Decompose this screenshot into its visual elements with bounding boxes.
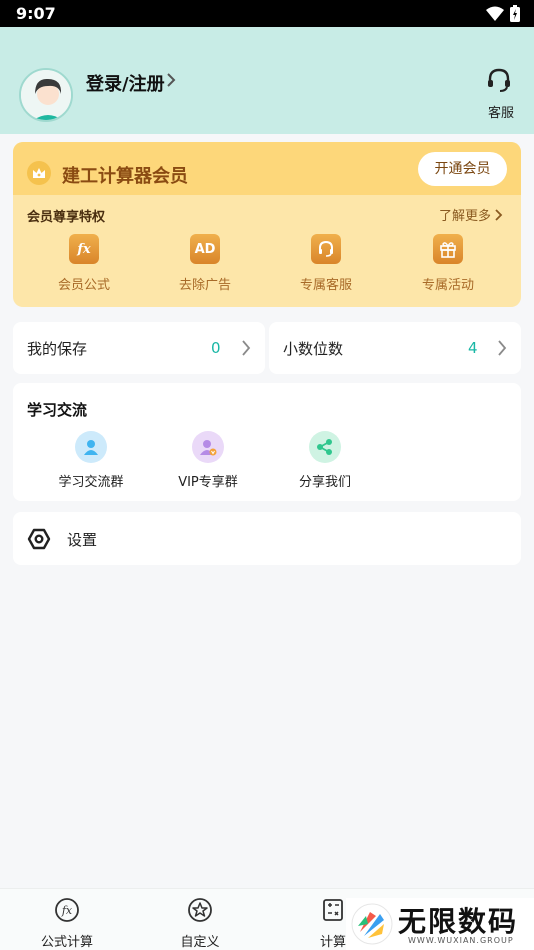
gift-icon: [433, 234, 463, 264]
chevron-right-icon: [167, 73, 176, 87]
vip-group-icon: [192, 431, 224, 463]
tab-formula-calc[interactable]: fx 公式计算: [27, 897, 107, 950]
calculator-icon: [323, 899, 343, 921]
vip-title: 建工计算器会员: [62, 166, 188, 187]
share-us-label: 分享我们: [298, 475, 351, 490]
vip-group-label: VIP专享群: [178, 475, 238, 490]
vip-group-button[interactable]: VIP专享群: [153, 431, 263, 490]
tab-label: 自定义: [180, 935, 220, 950]
battery-icon: [510, 5, 520, 22]
user-avatar-icon: [21, 70, 71, 120]
study-group-button[interactable]: 学习交流群: [36, 431, 146, 490]
perk-vip-formula[interactable]: fx 会员公式: [34, 234, 134, 293]
customer-service-button[interactable]: [484, 67, 514, 97]
watermark: 无限数码 WWW.WUXIAN.GROUP: [346, 898, 534, 950]
tab-label: 公式计算: [40, 935, 93, 950]
status-time: 9:07: [16, 4, 56, 23]
svg-text:fx: fx: [61, 904, 73, 917]
vip-privileges-label: 会员尊享特权: [27, 210, 106, 225]
decimal-places-row[interactable]: 小数位数 4: [269, 322, 521, 374]
chevron-right-icon: [498, 340, 507, 356]
profile-header: 登录/注册 客服: [0, 27, 534, 134]
ad-icon: AD: [190, 234, 220, 264]
learn-more-label: 了解更多: [438, 209, 491, 224]
star-circle-icon: [188, 898, 212, 922]
perk-label: 去除广告: [178, 278, 231, 293]
open-vip-button[interactable]: 开通会员: [418, 152, 507, 186]
avatar[interactable]: [19, 68, 73, 122]
settings-row[interactable]: 设置: [13, 512, 521, 565]
tab-custom[interactable]: 自定义: [160, 897, 240, 950]
group-icon: [75, 431, 107, 463]
study-exchange-title: 学习交流: [27, 401, 88, 419]
watermark-logo: [351, 903, 393, 945]
fx-circle-icon: fx: [55, 898, 79, 922]
learn-more-link[interactable]: 了解更多: [439, 205, 503, 224]
headset-icon: [488, 68, 510, 92]
study-group-label: 学习交流群: [58, 475, 124, 490]
perk-label: 专属客服: [299, 278, 352, 293]
vip-card: 建工计算器会员 开通会员 会员尊享特权 了解更多 fx 会员公式 AD 去除广告…: [13, 142, 521, 307]
my-saves-count: 0: [211, 339, 221, 357]
my-saves-row[interactable]: 我的保存 0: [13, 322, 265, 374]
decimal-places-label: 小数位数: [283, 340, 344, 358]
share-us-button[interactable]: 分享我们: [270, 431, 380, 490]
my-saves-label: 我的保存: [27, 340, 88, 358]
perk-label: 专属活动: [421, 278, 474, 293]
customer-service-label: 客服: [487, 106, 514, 121]
perk-remove-ads[interactable]: AD 去除广告: [155, 234, 255, 293]
share-icon: [309, 431, 341, 463]
decimal-places-value: 4: [468, 339, 478, 357]
watermark-title: 无限数码: [398, 905, 519, 938]
perk-exclusive-events[interactable]: 专属活动: [398, 234, 498, 293]
perk-label: 会员公式: [57, 278, 110, 293]
perk-exclusive-service[interactable]: 专属客服: [276, 234, 376, 293]
crown-icon: [27, 161, 51, 185]
login-register-link[interactable]: 登录/注册: [86, 70, 165, 96]
chevron-right-icon: [242, 340, 251, 356]
headset-icon: [311, 234, 341, 264]
wifi-icon: [486, 6, 504, 21]
study-exchange-card: 学习交流 学习交流群 VIP专享群 分享我们: [13, 383, 521, 501]
settings-label: 设置: [67, 531, 98, 549]
fx-icon: fx: [69, 234, 99, 264]
status-icons: [486, 5, 520, 22]
chevron-right-icon: [495, 208, 503, 221]
watermark-subtitle: WWW.WUXIAN.GROUP: [408, 936, 514, 945]
settings-hexagon-icon: [27, 528, 51, 550]
status-bar: 9:07: [0, 0, 534, 27]
